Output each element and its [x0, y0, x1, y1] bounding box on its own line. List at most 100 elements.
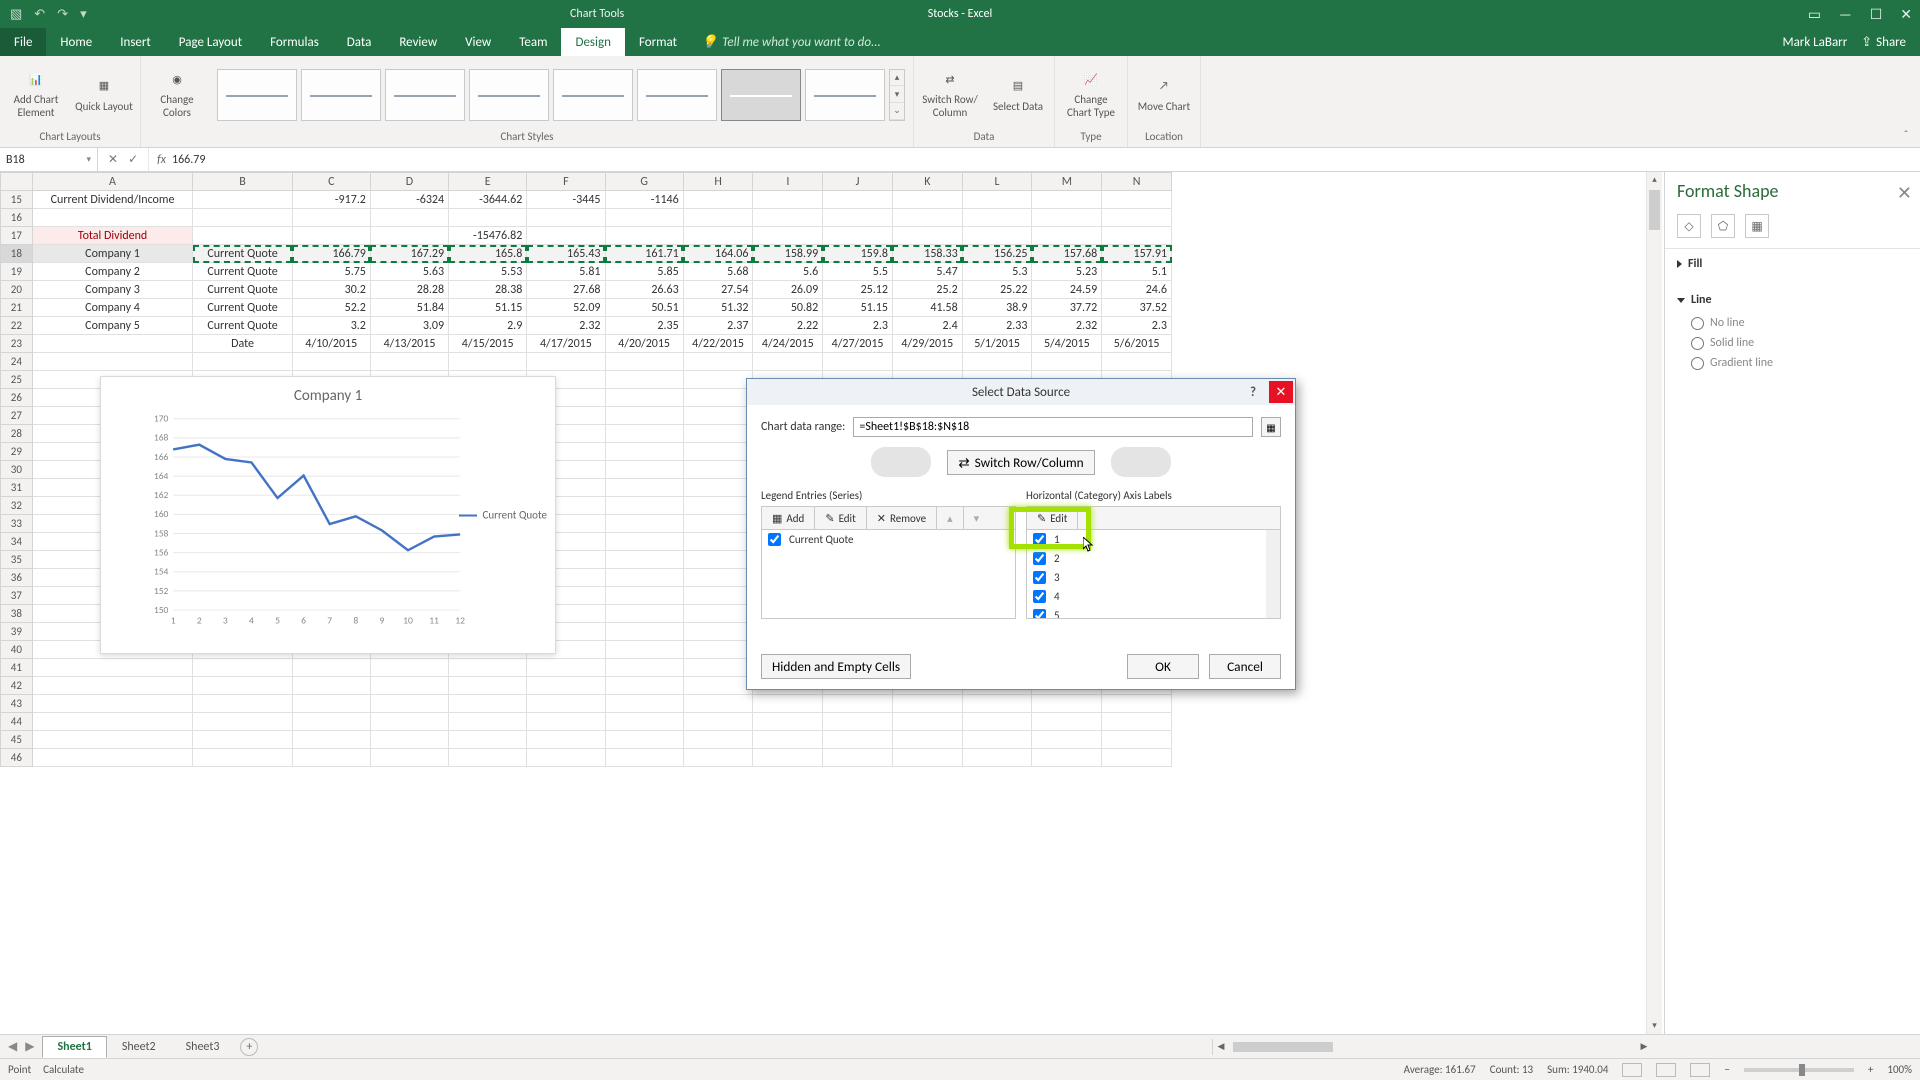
- new-sheet-button[interactable]: +: [240, 1038, 258, 1056]
- tab-team[interactable]: Team: [505, 28, 561, 56]
- chart-legend[interactable]: Current Quote: [459, 509, 547, 522]
- normal-view-icon[interactable]: [1622, 1063, 1642, 1077]
- chart-plot-area[interactable]: 1501521541561581601621641661681701234567…: [131, 413, 531, 633]
- change-chart-type-button[interactable]: 📈Change Chart Type: [1061, 69, 1121, 119]
- no-line-option[interactable]: No line: [1677, 313, 1908, 333]
- tab-file[interactable]: File: [0, 28, 46, 56]
- enter-formula-icon[interactable]: ✓: [128, 152, 138, 167]
- dialog-close-icon[interactable]: ✕: [1269, 381, 1293, 403]
- series-remove-button[interactable]: ✕ Remove: [867, 507, 937, 529]
- series-move-down-button[interactable]: ▾: [964, 507, 990, 529]
- chart-style-8[interactable]: [805, 69, 885, 121]
- chart-style-5[interactable]: [553, 69, 633, 121]
- chart-styles-scroll[interactable]: ▴▾⌄: [889, 69, 905, 121]
- svg-text:154: 154: [154, 566, 169, 578]
- chart-style-2[interactable]: [301, 69, 381, 121]
- solid-line-option[interactable]: Solid line: [1677, 333, 1908, 353]
- vertical-scrollbar[interactable]: ▴▾: [1646, 172, 1662, 1034]
- svg-text:3: 3: [223, 614, 228, 626]
- tab-review[interactable]: Review: [385, 28, 451, 56]
- axis-label-item[interactable]: 3: [1027, 568, 1280, 587]
- range-picker-icon[interactable]: ▦: [1261, 417, 1281, 437]
- fill-line-tab-icon[interactable]: ◇: [1677, 214, 1701, 238]
- sheet-nav-prev-icon[interactable]: ◀: [8, 1039, 17, 1054]
- tab-home[interactable]: Home: [46, 28, 106, 56]
- maximize-icon[interactable]: ☐: [1870, 6, 1883, 23]
- zoom-level[interactable]: 100%: [1887, 1063, 1912, 1076]
- close-icon[interactable]: ✕: [1900, 6, 1912, 23]
- zoom-in-icon[interactable]: +: [1868, 1063, 1873, 1076]
- series-add-button[interactable]: ▦ Add: [762, 507, 815, 529]
- axis-label-item[interactable]: 4: [1027, 587, 1280, 606]
- horizontal-scrollbar[interactable]: ◀▶: [1212, 1039, 1652, 1055]
- formula-value[interactable]: 166.79: [172, 153, 205, 167]
- ok-button[interactable]: OK: [1127, 654, 1199, 679]
- change-colors-button[interactable]: ◉Change Colors: [147, 69, 207, 119]
- share-button[interactable]: ⇪ Share: [1861, 35, 1906, 50]
- tab-view[interactable]: View: [451, 28, 505, 56]
- move-chart-button[interactable]: ↗Move Chart: [1134, 76, 1194, 114]
- series-listbox[interactable]: Current Quote: [761, 529, 1016, 619]
- switch-row-column-button[interactable]: ⇄Switch Row/ Column: [920, 69, 980, 119]
- zoom-out-icon[interactable]: −: [1724, 1063, 1729, 1076]
- size-props-tab-icon[interactable]: ▦: [1745, 214, 1769, 238]
- undo-icon[interactable]: ↶: [34, 7, 45, 22]
- effects-tab-icon[interactable]: ⬠: [1711, 214, 1735, 238]
- dialog-help-icon[interactable]: ?: [1241, 381, 1265, 403]
- chart-style-7[interactable]: [721, 69, 801, 121]
- hidden-empty-cells-button[interactable]: Hidden and Empty Cells: [761, 654, 911, 679]
- select-data-button[interactable]: ▤Select Data: [988, 76, 1048, 114]
- cancel-button[interactable]: Cancel: [1209, 654, 1281, 679]
- legend-entries-label: Legend Entries (Series): [761, 489, 1016, 502]
- svg-text:7: 7: [327, 614, 332, 626]
- tab-design[interactable]: Design: [561, 28, 624, 56]
- axis-label-item[interactable]: 2: [1027, 549, 1280, 568]
- switch-row-column-dialog-button[interactable]: ⇄ Switch Row/Column: [947, 450, 1094, 475]
- line-section[interactable]: Line: [1677, 293, 1908, 307]
- gradient-line-option[interactable]: Gradient line: [1677, 353, 1908, 373]
- pane-close-icon[interactable]: ✕: [1897, 182, 1912, 204]
- add-chart-element-button[interactable]: 📊Add Chart Element: [6, 69, 66, 119]
- embedded-chart[interactable]: Company 1 150152154156158160162164166168…: [100, 376, 556, 654]
- series-item[interactable]: Current Quote: [762, 530, 1015, 549]
- sheet-tab-2[interactable]: Sheet2: [107, 1036, 171, 1058]
- collapse-ribbon-icon[interactable]: ˆ: [1896, 129, 1916, 147]
- cancel-formula-icon[interactable]: ✕: [108, 152, 118, 167]
- series-edit-button[interactable]: ✎ Edit: [815, 507, 866, 529]
- chart-data-range-input[interactable]: [853, 417, 1253, 437]
- chart-style-4[interactable]: [469, 69, 549, 121]
- user-name[interactable]: Mark LaBarr: [1782, 35, 1847, 50]
- save-icon[interactable]: ▧: [10, 7, 22, 22]
- ribbon-options-icon[interactable]: ▭: [1808, 6, 1821, 23]
- chart-styles-gallery[interactable]: ▴▾⌄: [215, 67, 907, 123]
- fx-icon[interactable]: fx: [157, 153, 166, 167]
- redo-icon[interactable]: ↷: [57, 7, 68, 22]
- axis-labels-label: Horizontal (Category) Axis Labels: [1026, 489, 1281, 502]
- axis-label-item[interactable]: 5: [1027, 606, 1280, 619]
- fill-section[interactable]: Fill: [1677, 257, 1908, 271]
- sheet-nav-next-icon[interactable]: ▶: [25, 1039, 34, 1054]
- qat-more-icon[interactable]: ▾: [80, 7, 87, 22]
- tab-insert[interactable]: Insert: [106, 28, 165, 56]
- chart-style-6[interactable]: [637, 69, 717, 121]
- format-shape-pane: Format Shape ✕ ◇ ⬠ ▦ Fill Line No line S…: [1664, 172, 1920, 1034]
- sheet-tab-1[interactable]: Sheet1: [42, 1036, 106, 1058]
- series-move-up-button[interactable]: ▴: [937, 507, 964, 529]
- name-box[interactable]: B18▾: [0, 148, 98, 171]
- status-calculate[interactable]: Calculate: [43, 1063, 84, 1076]
- tell-me-search[interactable]: 💡 Tell me what you want to do...: [701, 28, 881, 56]
- quick-layout-button[interactable]: ▦Quick Layout: [74, 76, 134, 114]
- chart-style-1[interactable]: [217, 69, 297, 121]
- tab-formulas[interactable]: Formulas: [256, 28, 333, 56]
- tab-format[interactable]: Format: [625, 28, 691, 56]
- chart-title[interactable]: Company 1: [101, 377, 555, 405]
- tab-data[interactable]: Data: [333, 28, 386, 56]
- zoom-slider[interactable]: [1744, 1068, 1854, 1072]
- minimize-icon[interactable]: —: [1839, 6, 1852, 23]
- sheet-tab-3[interactable]: Sheet3: [171, 1036, 235, 1058]
- tab-page-layout[interactable]: Page Layout: [165, 28, 256, 56]
- chart-style-3[interactable]: [385, 69, 465, 121]
- page-break-view-icon[interactable]: [1690, 1063, 1710, 1077]
- page-layout-view-icon[interactable]: [1656, 1063, 1676, 1077]
- svg-text:5: 5: [275, 614, 280, 626]
